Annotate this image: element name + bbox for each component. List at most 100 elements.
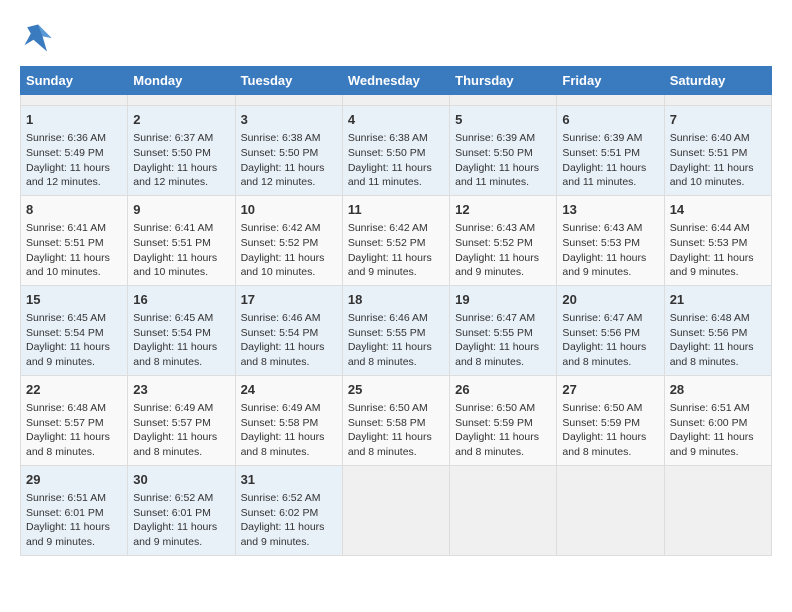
calendar-cell: 24 Sunrise: 6:49 AM Sunset: 5:58 PM Dayli… bbox=[235, 375, 342, 465]
day-number: 13 bbox=[562, 201, 658, 219]
day-number: 27 bbox=[562, 381, 658, 399]
day-info: Sunrise: 6:37 AM Sunset: 5:50 PM Dayligh… bbox=[133, 131, 229, 190]
day-number: 2 bbox=[133, 111, 229, 129]
col-header-saturday: Saturday bbox=[664, 67, 771, 95]
day-number: 10 bbox=[241, 201, 337, 219]
calendar-cell: 16 Sunrise: 6:45 AM Sunset: 5:54 PM Dayli… bbox=[128, 285, 235, 375]
calendar-cell bbox=[128, 95, 235, 106]
calendar-cell: 21 Sunrise: 6:48 AM Sunset: 5:56 PM Dayli… bbox=[664, 285, 771, 375]
day-number: 31 bbox=[241, 471, 337, 489]
day-number: 7 bbox=[670, 111, 766, 129]
calendar-cell: 7 Sunrise: 6:40 AM Sunset: 5:51 PM Daylig… bbox=[664, 106, 771, 196]
calendar-cell: 30Sunrise: 6:52 AM Sunset: 6:01 PM Dayli… bbox=[128, 465, 235, 555]
calendar-cell: 6 Sunrise: 6:39 AM Sunset: 5:51 PM Daylig… bbox=[557, 106, 664, 196]
day-info: Sunrise: 6:51 AM Sunset: 6:01 PM Dayligh… bbox=[26, 491, 122, 550]
calendar-cell: 1 Sunrise: 6:36 AM Sunset: 5:49 PM Daylig… bbox=[21, 106, 128, 196]
day-number: 29 bbox=[26, 471, 122, 489]
calendar-cell: 22 Sunrise: 6:48 AM Sunset: 5:57 PM Dayli… bbox=[21, 375, 128, 465]
day-info: Sunrise: 6:49 AM Sunset: 5:57 PM Dayligh… bbox=[133, 401, 229, 460]
calendar-cell: 3 Sunrise: 6:38 AM Sunset: 5:50 PM Daylig… bbox=[235, 106, 342, 196]
day-info: Sunrise: 6:50 AM Sunset: 5:58 PM Dayligh… bbox=[348, 401, 444, 460]
day-info: Sunrise: 6:45 AM Sunset: 5:54 PM Dayligh… bbox=[133, 311, 229, 370]
calendar-cell: 27 Sunrise: 6:50 AM Sunset: 5:59 PM Dayli… bbox=[557, 375, 664, 465]
day-info: Sunrise: 6:40 AM Sunset: 5:51 PM Dayligh… bbox=[670, 131, 766, 190]
calendar-table: SundayMondayTuesdayWednesdayThursdayFrid… bbox=[20, 66, 772, 556]
calendar-cell bbox=[450, 95, 557, 106]
day-number: 28 bbox=[670, 381, 766, 399]
day-number: 26 bbox=[455, 381, 551, 399]
calendar-cell bbox=[21, 95, 128, 106]
day-info: Sunrise: 6:43 AM Sunset: 5:53 PM Dayligh… bbox=[562, 221, 658, 280]
calendar-cell: 17 Sunrise: 6:46 AM Sunset: 5:54 PM Dayli… bbox=[235, 285, 342, 375]
col-header-thursday: Thursday bbox=[450, 67, 557, 95]
day-number: 19 bbox=[455, 291, 551, 309]
calendar-cell: 2 Sunrise: 6:37 AM Sunset: 5:50 PM Daylig… bbox=[128, 106, 235, 196]
day-info: Sunrise: 6:41 AM Sunset: 5:51 PM Dayligh… bbox=[26, 221, 122, 280]
day-number: 24 bbox=[241, 381, 337, 399]
day-number: 6 bbox=[562, 111, 658, 129]
day-number: 20 bbox=[562, 291, 658, 309]
logo-icon bbox=[20, 20, 56, 56]
calendar-cell bbox=[450, 465, 557, 555]
day-info: Sunrise: 6:39 AM Sunset: 5:50 PM Dayligh… bbox=[455, 131, 551, 190]
calendar-cell bbox=[235, 95, 342, 106]
day-number: 18 bbox=[348, 291, 444, 309]
day-info: Sunrise: 6:50 AM Sunset: 5:59 PM Dayligh… bbox=[562, 401, 658, 460]
day-info: Sunrise: 6:41 AM Sunset: 5:51 PM Dayligh… bbox=[133, 221, 229, 280]
day-number: 15 bbox=[26, 291, 122, 309]
day-number: 4 bbox=[348, 111, 444, 129]
day-number: 30 bbox=[133, 471, 229, 489]
col-header-monday: Monday bbox=[128, 67, 235, 95]
calendar-cell: 19 Sunrise: 6:47 AM Sunset: 5:55 PM Dayli… bbox=[450, 285, 557, 375]
calendar-cell: 11Sunrise: 6:42 AM Sunset: 5:52 PM Dayli… bbox=[342, 195, 449, 285]
calendar-cell: 29 Sunrise: 6:51 AM Sunset: 6:01 PM Dayli… bbox=[21, 465, 128, 555]
calendar-cell: 8 Sunrise: 6:41 AM Sunset: 5:51 PM Daylig… bbox=[21, 195, 128, 285]
day-number: 16 bbox=[133, 291, 229, 309]
day-info: Sunrise: 6:46 AM Sunset: 5:55 PM Dayligh… bbox=[348, 311, 444, 370]
col-header-tuesday: Tuesday bbox=[235, 67, 342, 95]
col-header-wednesday: Wednesday bbox=[342, 67, 449, 95]
day-number: 23 bbox=[133, 381, 229, 399]
calendar-cell bbox=[664, 95, 771, 106]
day-number: 1 bbox=[26, 111, 122, 129]
calendar-cell bbox=[664, 465, 771, 555]
calendar-cell: 28 Sunrise: 6:51 AM Sunset: 6:00 PM Dayli… bbox=[664, 375, 771, 465]
calendar-cell bbox=[557, 95, 664, 106]
calendar-cell: 15Sunrise: 6:45 AM Sunset: 5:54 PM Dayli… bbox=[21, 285, 128, 375]
day-info: Sunrise: 6:47 AM Sunset: 5:55 PM Dayligh… bbox=[455, 311, 551, 370]
day-info: Sunrise: 6:39 AM Sunset: 5:51 PM Dayligh… bbox=[562, 131, 658, 190]
calendar-cell: 9 Sunrise: 6:41 AM Sunset: 5:51 PM Daylig… bbox=[128, 195, 235, 285]
day-info: Sunrise: 6:38 AM Sunset: 5:50 PM Dayligh… bbox=[241, 131, 337, 190]
day-info: Sunrise: 6:36 AM Sunset: 5:49 PM Dayligh… bbox=[26, 131, 122, 190]
day-info: Sunrise: 6:38 AM Sunset: 5:50 PM Dayligh… bbox=[348, 131, 444, 190]
day-info: Sunrise: 6:48 AM Sunset: 5:57 PM Dayligh… bbox=[26, 401, 122, 460]
day-info: Sunrise: 6:49 AM Sunset: 5:58 PM Dayligh… bbox=[241, 401, 337, 460]
calendar-cell: 10 Sunrise: 6:42 AM Sunset: 5:52 PM Dayli… bbox=[235, 195, 342, 285]
day-number: 9 bbox=[133, 201, 229, 219]
day-number: 12 bbox=[455, 201, 551, 219]
calendar-cell: 14 Sunrise: 6:44 AM Sunset: 5:53 PM Dayli… bbox=[664, 195, 771, 285]
day-info: Sunrise: 6:46 AM Sunset: 5:54 PM Dayligh… bbox=[241, 311, 337, 370]
calendar-cell: 12Sunrise: 6:43 AM Sunset: 5:52 PM Dayli… bbox=[450, 195, 557, 285]
calendar-cell: 23 Sunrise: 6:49 AM Sunset: 5:57 PM Dayli… bbox=[128, 375, 235, 465]
day-number: 5 bbox=[455, 111, 551, 129]
day-info: Sunrise: 6:51 AM Sunset: 6:00 PM Dayligh… bbox=[670, 401, 766, 460]
day-number: 8 bbox=[26, 201, 122, 219]
day-number: 3 bbox=[241, 111, 337, 129]
day-info: Sunrise: 6:42 AM Sunset: 5:52 PM Dayligh… bbox=[241, 221, 337, 280]
col-header-sunday: Sunday bbox=[21, 67, 128, 95]
day-number: 11 bbox=[348, 201, 444, 219]
day-number: 14 bbox=[670, 201, 766, 219]
logo bbox=[20, 20, 60, 56]
day-info: Sunrise: 6:48 AM Sunset: 5:56 PM Dayligh… bbox=[670, 311, 766, 370]
day-number: 17 bbox=[241, 291, 337, 309]
day-number: 22 bbox=[26, 381, 122, 399]
page-header bbox=[20, 20, 772, 56]
calendar-cell bbox=[342, 465, 449, 555]
calendar-cell bbox=[557, 465, 664, 555]
day-number: 21 bbox=[670, 291, 766, 309]
calendar-cell: 5 Sunrise: 6:39 AM Sunset: 5:50 PM Daylig… bbox=[450, 106, 557, 196]
calendar-cell: 13 Sunrise: 6:43 AM Sunset: 5:53 PM Dayli… bbox=[557, 195, 664, 285]
calendar-cell: 26Sunrise: 6:50 AM Sunset: 5:59 PM Dayli… bbox=[450, 375, 557, 465]
day-info: Sunrise: 6:44 AM Sunset: 5:53 PM Dayligh… bbox=[670, 221, 766, 280]
